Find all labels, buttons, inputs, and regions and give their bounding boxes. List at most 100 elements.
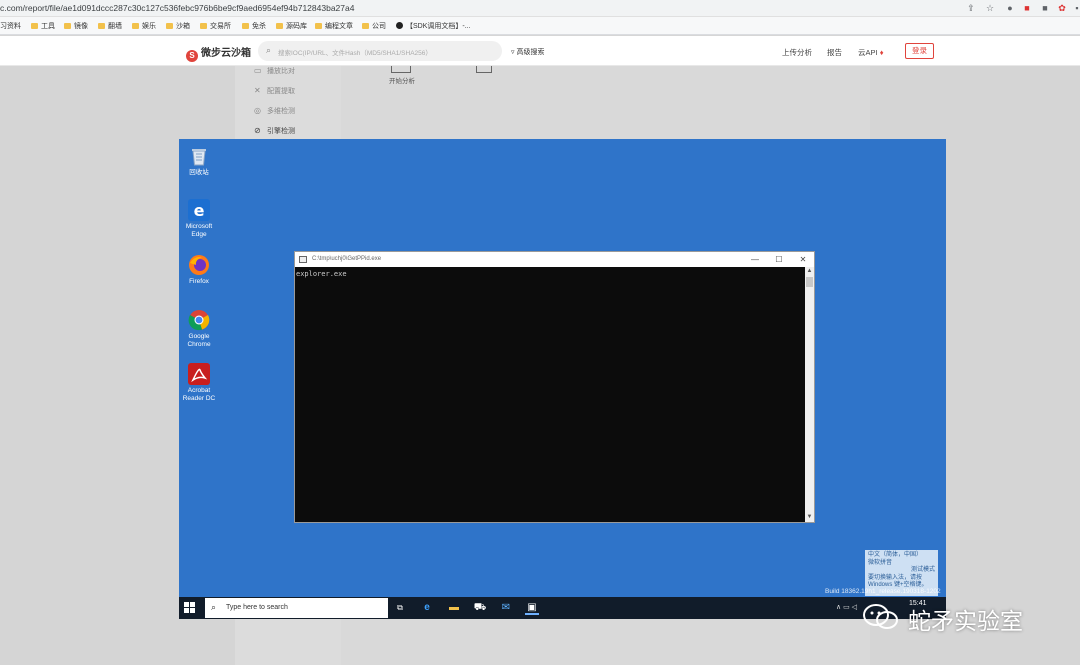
console-app-icon: [299, 256, 307, 263]
login-button[interactable]: 登录: [905, 43, 934, 59]
search-input[interactable]: ⌕ 搜索IOC(IP/URL、文件Hash（MD5/SHA1/SHA256）: [258, 41, 502, 61]
bookmark-item[interactable]: 习资料: [0, 21, 21, 31]
extension-icon[interactable]: ●: [1005, 3, 1015, 13]
search-icon: ⌕: [211, 602, 217, 612]
address-text[interactable]: c.com/report/file/ae1d091dccc287c30c127c…: [0, 3, 354, 13]
desktop-icon-recycle-bin[interactable]: 回收站: [179, 145, 219, 177]
console-taskbar-icon[interactable]: ▣: [525, 601, 539, 615]
volume-icon[interactable]: ◁: [852, 604, 857, 611]
taskbar-search-input[interactable]: ⌕ Type here to search: [205, 598, 388, 618]
ime-language: 中文（简体，中国）: [868, 552, 923, 558]
bookmark-item[interactable]: 编程文章: [315, 21, 353, 31]
folder-icon: [98, 23, 105, 29]
star-icon[interactable]: ☆: [985, 3, 995, 13]
site-header: S 微步云沙箱 ⌕ 搜索IOC(IP/URL、文件Hash（MD5/SHA1/SH…: [0, 36, 1080, 66]
flame-icon: ♦: [879, 48, 884, 57]
mail-icon[interactable]: ✉: [499, 601, 513, 615]
windows-start-icon[interactable]: [184, 602, 196, 614]
bookmark-item[interactable]: 镜像: [64, 21, 88, 31]
vm-desktop-screenshot: 回收站 e Microsoft Edge Firefox Google Chro…: [179, 139, 946, 619]
system-tray[interactable]: ∧ ▭ ◁: [836, 603, 857, 611]
screenshot-page: c.com/report/file/ae1d091dccc287c30c127c…: [0, 0, 1080, 665]
bookmark-item[interactable]: 交易所: [200, 21, 231, 31]
extension-icon[interactable]: ■: [1040, 3, 1050, 13]
config-icon: ✕: [254, 86, 261, 95]
bookmarks-bar: 习资料 工具 镜像 翻墙 娱乐 沙箱 交易所 免杀 源码库 编程文章 公司 【S…: [0, 17, 1080, 35]
watermark-text: 蛇矛实验室: [908, 609, 1023, 635]
extension-icon[interactable]: ■: [1022, 3, 1032, 13]
engine-icon: ⊘: [254, 126, 261, 135]
bookmark-item[interactable]: 工具: [31, 21, 55, 31]
maximize-button[interactable]: ☐: [769, 254, 789, 265]
folder-icon: [64, 23, 71, 29]
edge-taskbar-icon[interactable]: e: [420, 601, 434, 615]
folder-icon: [166, 23, 173, 29]
console-title: C:\tmp\uchj0\GetPPid.exe: [312, 256, 382, 262]
site-logo[interactable]: S 微步云沙箱: [186, 44, 251, 62]
bookmark-item[interactable]: 公司: [362, 21, 386, 31]
nav-report[interactable]: 报告: [827, 47, 842, 58]
advanced-search-link[interactable]: ▿ 高级搜索: [511, 47, 544, 57]
scroll-up-icon[interactable]: ▲: [805, 267, 814, 276]
svg-text:e: e: [194, 201, 205, 220]
share-icon[interactable]: ⇪: [966, 3, 976, 13]
start-analysis-icon: [391, 66, 411, 73]
minimize-button[interactable]: —: [745, 254, 765, 265]
file-explorer-icon[interactable]: ▬: [447, 601, 461, 615]
folder-icon: [200, 23, 207, 29]
page-icon: [396, 22, 403, 29]
edge-icon: e: [188, 199, 210, 221]
network-icon[interactable]: ▭: [843, 604, 850, 611]
folder-icon: [315, 23, 322, 29]
nav-upload-analysis[interactable]: 上传分析: [782, 47, 812, 58]
bookmark-item[interactable]: 免杀: [242, 21, 266, 31]
store-icon[interactable]: ⛟: [473, 601, 487, 615]
ime-method: 微软拼音: [868, 559, 893, 566]
folder-icon: [31, 23, 38, 29]
playback-icon: ▭: [254, 66, 262, 75]
desktop-icon-acrobat[interactable]: Acrobat Reader DC: [179, 363, 219, 403]
bookmark-item[interactable]: 翻墙: [98, 21, 122, 31]
bookmark-item[interactable]: 沙箱: [166, 21, 190, 31]
nav-cloud-api[interactable]: 云API ♦: [858, 47, 884, 58]
extension-icon[interactable]: ✿: [1057, 3, 1067, 13]
chevron-up-icon[interactable]: ∧: [836, 604, 841, 611]
search-placeholder: 搜索IOC(IP/URL、文件Hash（MD5/SHA1/SHA256）: [278, 50, 432, 57]
logo-icon: S: [186, 50, 198, 62]
recycle-bin-icon: [188, 145, 210, 167]
bookmark-item[interactable]: 娱乐: [132, 21, 156, 31]
wechat-logo-icon: [862, 603, 900, 631]
folder-icon: [276, 23, 283, 29]
sidebar-item[interactable]: ✕ 配置提取: [254, 86, 295, 96]
desktop-icon-firefox[interactable]: Firefox: [179, 254, 219, 286]
folder-icon: [132, 23, 139, 29]
start-analysis-label[interactable]: 开始分析: [389, 75, 415, 85]
puzzle-icon[interactable]: ▪: [1072, 3, 1080, 13]
sidebar-item[interactable]: ▭ 播放比对: [254, 66, 295, 76]
bookmark-item[interactable]: 【SDK调用文档】-...: [396, 21, 471, 31]
console-title-bar[interactable]: C:\tmp\uchj0\GetPPid.exe — ☐ ✕: [295, 252, 814, 267]
console-window[interactable]: C:\tmp\uchj0\GetPPid.exe — ☐ ✕ explorer.…: [294, 251, 815, 523]
taskbar-search-placeholder: Type here to search: [226, 604, 288, 611]
desktop-icon-chrome[interactable]: Google Chrome: [179, 309, 219, 349]
browser-url-bar[interactable]: c.com/report/file/ae1d091dccc287c30c127c…: [0, 0, 1080, 17]
bookmark-item[interactable]: 源码库: [276, 21, 307, 31]
folder-icon: [362, 23, 369, 29]
firefox-icon: [188, 254, 210, 276]
ime-mode: 测试模式: [910, 567, 935, 573]
console-scrollbar[interactable]: ▲ ▼: [805, 267, 814, 522]
windows-build-text: Build 18362.19h1_release.190318-1202: [825, 588, 941, 595]
taskbar: ⌕ Type here to search ⧉ e ▬ ⛟ ✉ ▣ ∧ ▭ ◁ …: [179, 597, 946, 619]
scroll-thumb[interactable]: [806, 277, 813, 287]
folder-icon: [242, 23, 249, 29]
close-button[interactable]: ✕: [793, 254, 813, 265]
scroll-down-icon[interactable]: ▼: [805, 513, 814, 522]
acrobat-icon: [188, 363, 210, 385]
sidebar-item[interactable]: ◎ 多维检测: [254, 106, 295, 116]
task-view-icon[interactable]: ⧉: [393, 601, 407, 615]
desktop-icon-edge[interactable]: e Microsoft Edge: [179, 199, 219, 239]
sidebar-item[interactable]: ⊘ 引擎检测: [254, 126, 295, 136]
scan-icon: ◎: [254, 106, 261, 115]
step-icon: [476, 66, 492, 73]
console-output: explorer.exe: [296, 270, 347, 278]
